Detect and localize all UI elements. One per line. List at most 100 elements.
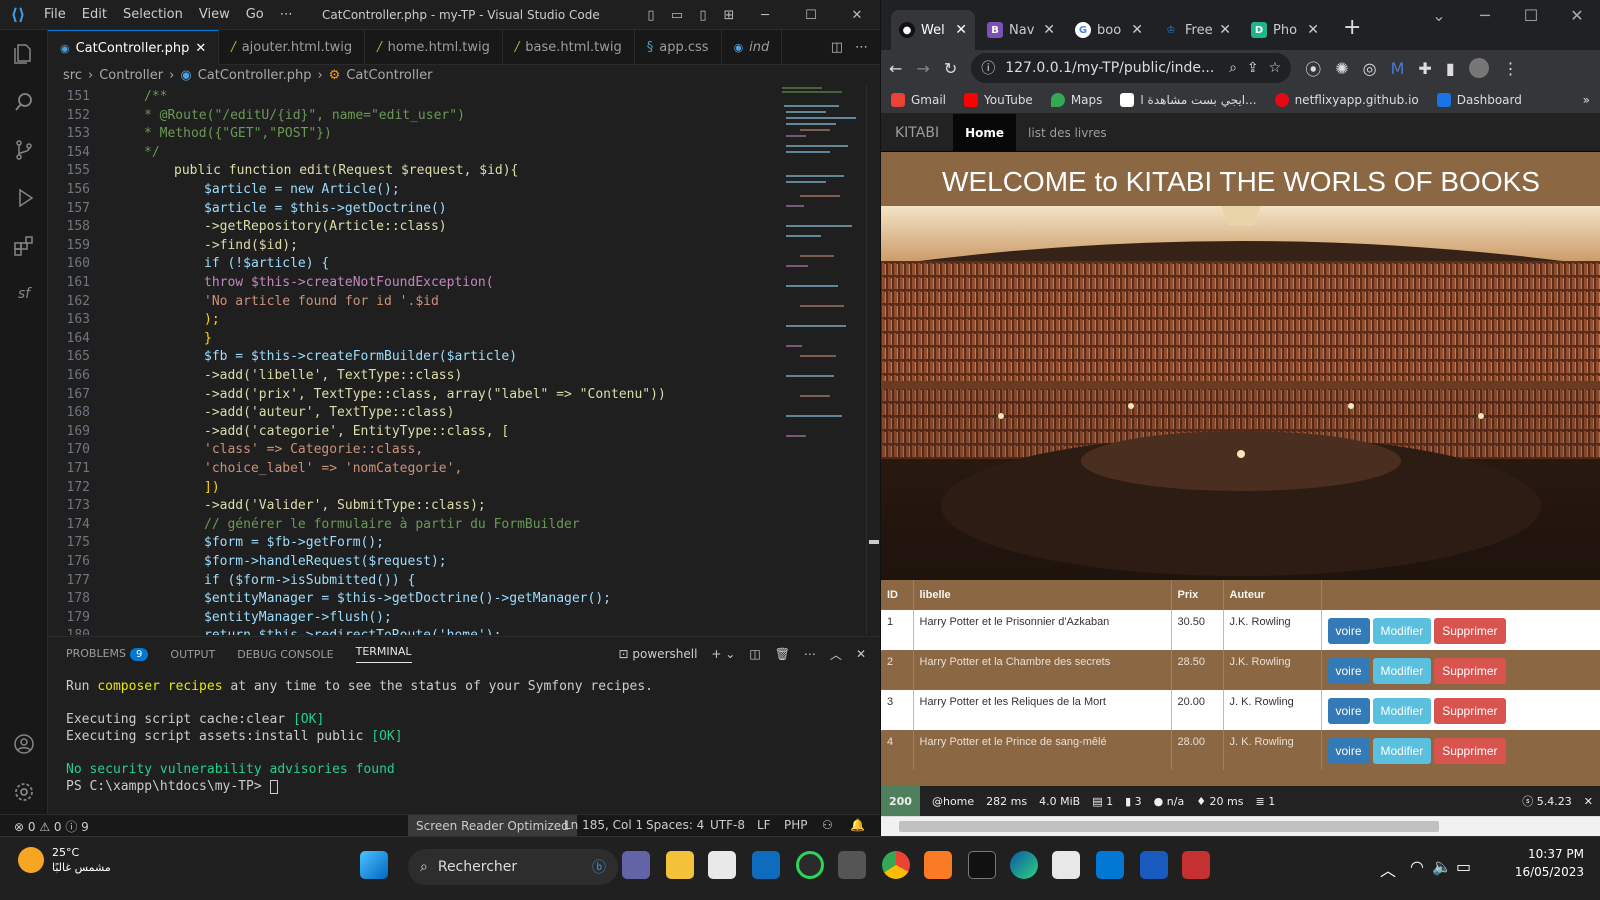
nav-home[interactable]: Home	[953, 114, 1017, 152]
language-status[interactable]: PHP	[784, 818, 808, 832]
layout-icon[interactable]: ⊞	[716, 8, 742, 23]
reload-icon[interactable]: ↻	[944, 59, 957, 78]
nav-book-list[interactable]: list des livres	[1016, 126, 1119, 140]
encoding-status[interactable]: UTF-8	[710, 818, 745, 832]
mail-icon[interactable]	[752, 851, 780, 879]
browser-tab-google[interactable]: Gboo ✕	[1067, 10, 1151, 50]
new-terminal-icon[interactable]: + ⌄	[711, 647, 735, 661]
vscode-taskbar-icon[interactable]	[1096, 851, 1124, 879]
browser-close-button[interactable]: ✕	[1554, 0, 1600, 32]
kill-terminal-icon[interactable]: 🗑	[775, 647, 790, 661]
browser-tab-bootstrap[interactable]: B Nav ✕	[979, 10, 1063, 50]
volume-icon[interactable]: 🔈	[1432, 857, 1452, 876]
request-time[interactable]: 282 ms	[986, 795, 1027, 808]
more-actions-icon[interactable]: ⋯	[855, 40, 868, 55]
close-tab-icon[interactable]: ✕	[955, 22, 967, 38]
browser-maximize-button[interactable]: ☐	[1508, 0, 1554, 32]
extension-4-icon[interactable]: M	[1391, 59, 1405, 78]
toggle-panel-icon[interactable]: ▭	[664, 8, 690, 23]
breadcrumb-controller[interactable]: Controller	[99, 68, 163, 83]
terminal-taskbar-icon[interactable]	[968, 851, 996, 879]
bookmark-star-icon[interactable]: ☆	[1269, 60, 1282, 76]
view-button[interactable]: voire	[1327, 738, 1370, 764]
minimap[interactable]	[780, 85, 870, 455]
close-tab-icon[interactable]: ✕	[1219, 22, 1231, 38]
notifications-bell-icon[interactable]: 🔔	[850, 818, 865, 832]
indentation-status[interactable]: Spaces: 4	[646, 818, 704, 832]
show-hidden-icons[interactable]: ︿	[1380, 857, 1396, 881]
eol-status[interactable]: LF	[757, 818, 771, 832]
problems-status[interactable]: ⊗ 0 ⚠ 0 ⓘ 9	[14, 818, 89, 835]
editor-scrollbar[interactable]	[866, 85, 880, 635]
maximize-button[interactable]: ☐	[788, 8, 834, 23]
word-icon[interactable]	[1140, 851, 1168, 879]
menu-selection[interactable]: Selection	[115, 7, 191, 22]
edit-button[interactable]: Modifier	[1372, 618, 1432, 644]
close-window-button[interactable]: ✕	[834, 8, 880, 23]
extensions-puzzle-icon[interactable]: ✚	[1418, 59, 1431, 78]
view-button[interactable]: voire	[1327, 658, 1370, 684]
tab-search-icon[interactable]: ⌄	[1416, 0, 1462, 32]
taskbar-search[interactable]: ⌕ Rechercher ⓑ	[408, 849, 618, 885]
more-bookmarks-icon[interactable]: »	[1583, 93, 1590, 107]
site-brand[interactable]: KITABI	[881, 125, 953, 141]
cache-count[interactable]: ▮ 3	[1125, 795, 1142, 808]
wifi-icon[interactable]: ◠	[1410, 857, 1424, 876]
store-icon[interactable]	[708, 851, 736, 879]
bookmark-dashboard[interactable]: Dashboard	[1436, 92, 1522, 107]
bookmark-egybest[interactable]: ايجي بست مشاهدة ا...	[1120, 92, 1257, 107]
close-tab-icon[interactable]: ✕	[1131, 22, 1143, 38]
explorer-icon[interactable]	[0, 30, 48, 78]
close-tab-icon[interactable]: ✕	[1043, 22, 1055, 38]
panel-more-icon[interactable]: ⋯	[804, 647, 816, 661]
bookmark-netflixy[interactable]: netflixyapp.github.io	[1274, 92, 1419, 107]
chrome-menu-icon[interactable]: ⋮	[1503, 59, 1519, 78]
tab-appcss[interactable]: § app.css	[635, 30, 722, 65]
dev-tool-icon[interactable]	[1052, 851, 1080, 879]
delete-button[interactable]: Supprimer	[1434, 738, 1506, 764]
clock[interactable]: 10:37 PM 16/05/2023	[1515, 845, 1584, 881]
edge-icon[interactable]	[1010, 851, 1038, 879]
route-name[interactable]: @home	[932, 795, 974, 808]
battery-icon[interactable]: ▭	[1456, 857, 1471, 876]
tab-catcontroller[interactable]: ◉ CatController.php ✕	[48, 30, 220, 65]
delete-button[interactable]: Supprimer	[1434, 698, 1506, 724]
delete-button[interactable]: Supprimer	[1434, 658, 1506, 684]
run-debug-icon[interactable]	[0, 174, 48, 222]
weather-widget[interactable]: 25°C مشمس غالبًا	[18, 845, 111, 875]
view-button[interactable]: voire	[1327, 698, 1370, 724]
toggle-sidebar-icon[interactable]: ▯	[638, 8, 664, 23]
close-tab-icon[interactable]: ✕	[1307, 22, 1319, 38]
bookmark-youtube[interactable]: YouTube	[964, 92, 1033, 107]
close-tab-icon[interactable]: ✕	[195, 41, 206, 56]
start-windows-icon[interactable]	[360, 851, 388, 879]
extension-3-icon[interactable]: ◎	[1363, 59, 1377, 78]
address-bar[interactable]: ⓘ 127.0.0.1/my-TP/public/inde... ⌕ ⇪ ☆	[971, 53, 1292, 83]
split-editor-icon[interactable]: ◫	[831, 40, 843, 55]
page-horizontal-scrollbar[interactable]	[881, 816, 1600, 836]
close-profiler-icon[interactable]: ✕	[1584, 795, 1600, 808]
scroll-thumb[interactable]	[899, 821, 1439, 832]
tab-problems[interactable]: PROBLEMS 9	[66, 647, 149, 661]
close-panel-icon[interactable]: ✕	[856, 647, 866, 661]
bookmark-maps[interactable]: Maps	[1050, 92, 1102, 107]
memory-usage[interactable]: 4.0 MiB	[1039, 795, 1080, 808]
tab-ajouter[interactable]: / ajouter.html.twig	[219, 30, 366, 65]
security-user[interactable]: ● n/a	[1154, 795, 1185, 808]
edit-button[interactable]: Modifier	[1372, 738, 1432, 764]
settings-gear-icon[interactable]	[0, 768, 48, 816]
forward-icon[interactable]: →	[916, 59, 929, 78]
cursor-position[interactable]: Ln 185, Col 1	[564, 818, 643, 832]
edit-button[interactable]: Modifier	[1372, 658, 1432, 684]
tab-output[interactable]: OUTPUT	[170, 648, 215, 661]
chrome-taskbar-icon[interactable]	[882, 851, 910, 879]
menu-go[interactable]: Go	[238, 7, 272, 22]
zoom-icon[interactable]: ⌕	[1229, 60, 1237, 76]
back-icon[interactable]: ←	[889, 59, 902, 78]
site-info-icon[interactable]: ⓘ	[981, 58, 995, 78]
tab-home[interactable]: / home.html.twig	[365, 30, 503, 65]
bookmark-gmail[interactable]: Gmail	[891, 92, 946, 107]
delete-button[interactable]: Supprimer	[1434, 618, 1506, 644]
symfony-version[interactable]: ⓢ 5.4.23	[1522, 793, 1572, 809]
browser-tab-photo[interactable]: D Pho ✕	[1243, 10, 1327, 50]
